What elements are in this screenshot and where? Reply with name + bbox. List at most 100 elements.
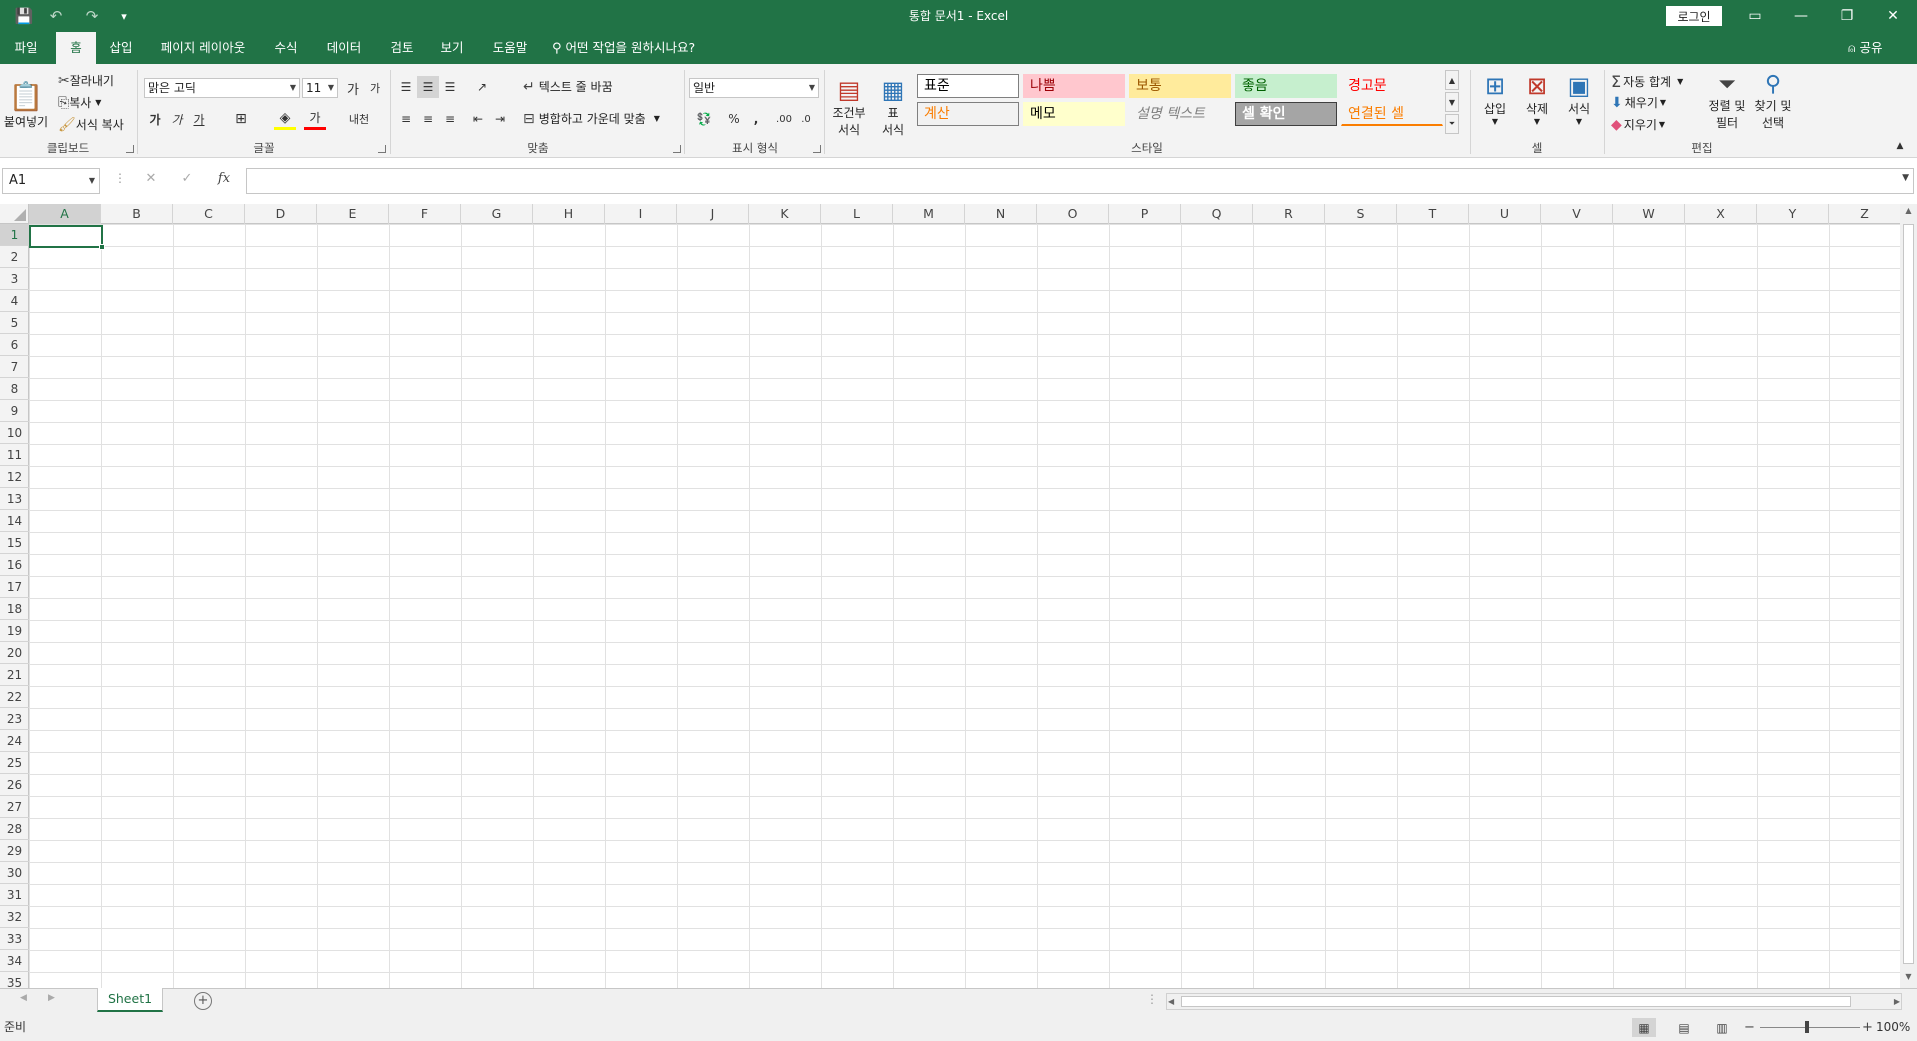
increase-indent-icon[interactable]: ⇥ xyxy=(489,108,511,130)
row-header-21[interactable]: 21 xyxy=(0,664,29,686)
cell-style-3[interactable]: 좋음 xyxy=(1235,74,1337,98)
gallery-up-icon[interactable]: ▲ xyxy=(1445,70,1459,90)
align-bottom-icon[interactable]: ☰ xyxy=(439,76,461,98)
align-left-icon[interactable]: ≡ xyxy=(395,108,417,130)
column-header-y[interactable]: Y xyxy=(1757,204,1829,224)
save-icon[interactable]: 💾 xyxy=(10,0,38,32)
row-header-7[interactable]: 7 xyxy=(0,356,29,378)
cell-style-7[interactable]: 설명 텍스트 xyxy=(1129,102,1231,126)
cell-style-2[interactable]: 보통 xyxy=(1129,74,1231,98)
fill-button[interactable]: ⬇ 채우기 ▼ xyxy=(1611,94,1666,111)
accounting-format-icon[interactable]: 💱 xyxy=(689,108,719,130)
column-header-s[interactable]: S xyxy=(1325,204,1397,224)
row-header-11[interactable]: 11 xyxy=(0,444,29,466)
close-icon[interactable]: ✕ xyxy=(1870,0,1916,32)
tell-me-search[interactable]: ⚲ 어떤 작업을 원하시나요? xyxy=(552,32,695,64)
autosum-button[interactable]: Σ 자동 합계 ▼ xyxy=(1611,72,1683,91)
format-as-table-button[interactable]: ▦ 표 서식 xyxy=(873,72,913,138)
column-header-u[interactable]: U xyxy=(1469,204,1541,224)
column-header-m[interactable]: M xyxy=(893,204,965,224)
tab-file[interactable]: 파일 xyxy=(4,32,48,64)
row-header-30[interactable]: 30 xyxy=(0,862,29,884)
customize-quick-access-icon[interactable]: ▾ xyxy=(114,0,134,32)
row-header-29[interactable]: 29 xyxy=(0,840,29,862)
align-top-icon[interactable]: ☰ xyxy=(395,76,417,98)
page-break-view-icon[interactable]: ▥ xyxy=(1710,1018,1734,1037)
conditional-format-button[interactable]: ▤ 조건부 서식 xyxy=(829,72,869,138)
cancel-icon[interactable]: ✕ xyxy=(140,171,162,191)
vertical-scrollbar[interactable]: ▲ ▼ xyxy=(1900,204,1917,988)
vertical-scroll-thumb[interactable] xyxy=(1903,224,1914,964)
formula-bar-resize-icon[interactable]: ⋮ xyxy=(114,171,126,185)
column-header-j[interactable]: J xyxy=(677,204,749,224)
underline-icon[interactable]: 가 xyxy=(188,108,210,130)
decrease-decimal-icon[interactable]: .0 xyxy=(795,108,817,130)
paste-button[interactable]: 📋 붙여넣기 xyxy=(4,70,48,130)
align-right-icon[interactable]: ≡ xyxy=(439,108,461,130)
column-header-r[interactable]: R xyxy=(1253,204,1325,224)
row-header-20[interactable]: 20 xyxy=(0,642,29,664)
comma-style-icon[interactable]: , xyxy=(745,108,767,130)
column-header-e[interactable]: E xyxy=(317,204,389,224)
cell-style-6[interactable]: 메모 xyxy=(1023,102,1125,126)
zoom-out-icon[interactable]: − xyxy=(1744,1014,1755,1041)
active-cell-a1[interactable] xyxy=(29,225,105,250)
column-header-c[interactable]: C xyxy=(173,204,245,224)
scroll-right-icon[interactable]: ▶ xyxy=(1894,994,1900,1009)
delete-cells-button[interactable]: ⊠ 삭제 ▼ xyxy=(1519,72,1555,142)
next-sheet-icon[interactable]: ▶ xyxy=(48,993,55,1003)
format-cells-button[interactable]: ▣ 서식 ▼ xyxy=(1561,72,1597,142)
row-header-2[interactable]: 2 xyxy=(0,246,29,268)
gallery-more-icon[interactable]: ⏷ xyxy=(1445,114,1459,134)
row-header-16[interactable]: 16 xyxy=(0,554,29,576)
find-select-button[interactable]: ⚲ 찾기 및 선택 xyxy=(1751,72,1795,142)
row-header-23[interactable]: 23 xyxy=(0,708,29,730)
row-header-5[interactable]: 5 xyxy=(0,312,29,334)
zoom-level[interactable]: 100% xyxy=(1876,1014,1910,1041)
row-header-24[interactable]: 24 xyxy=(0,730,29,752)
italic-icon[interactable]: 가 xyxy=(166,108,188,130)
cell-style-1[interactable]: 나쁨 xyxy=(1023,74,1125,98)
orientation-icon[interactable]: ↗ xyxy=(471,76,493,98)
column-header-a[interactable]: A xyxy=(29,204,101,224)
share-button[interactable]: ⍝ 공유 xyxy=(1848,32,1883,64)
expand-formula-bar-icon[interactable]: ▼ xyxy=(1902,173,1909,183)
font-color-icon[interactable]: 가 xyxy=(304,108,326,130)
new-sheet-icon[interactable]: + xyxy=(194,992,212,1010)
cell-style-5[interactable]: 계산 xyxy=(917,102,1019,126)
ribbon-display-options-icon[interactable]: ▭ xyxy=(1732,0,1778,32)
tab-data[interactable]: 데이터 xyxy=(316,32,372,64)
row-header-6[interactable]: 6 xyxy=(0,334,29,356)
column-header-g[interactable]: G xyxy=(461,204,533,224)
row-header-28[interactable]: 28 xyxy=(0,818,29,840)
row-header-25[interactable]: 25 xyxy=(0,752,29,774)
bold-icon[interactable]: 가 xyxy=(144,108,166,130)
select-all-button[interactable] xyxy=(0,204,29,224)
cell-style-8[interactable]: 셀 확인 xyxy=(1235,102,1337,126)
column-header-p[interactable]: P xyxy=(1109,204,1181,224)
row-header-33[interactable]: 33 xyxy=(0,928,29,950)
font-size-select[interactable]: 11 ▼ xyxy=(302,78,338,98)
horizontal-scroll-thumb[interactable] xyxy=(1181,996,1851,1007)
decrease-indent-icon[interactable]: ⇤ xyxy=(467,108,489,130)
copy-button[interactable]: ⎘ 복사 ▼ xyxy=(58,94,101,111)
tab-review[interactable]: 검토 xyxy=(380,32,424,64)
align-center-icon[interactable]: ≡ xyxy=(417,108,439,130)
formula-input[interactable]: ▼ xyxy=(246,168,1914,194)
decrease-font-size-icon[interactable]: 가 xyxy=(364,77,386,99)
row-header-8[interactable]: 8 xyxy=(0,378,29,400)
row-header-31[interactable]: 31 xyxy=(0,884,29,906)
column-header-i[interactable]: I xyxy=(605,204,677,224)
borders-icon[interactable]: ⊞ xyxy=(230,108,252,130)
column-header-x[interactable]: X xyxy=(1685,204,1757,224)
tab-page-layout[interactable]: 페이지 레이아웃 xyxy=(150,32,256,64)
cell-style-9[interactable]: 연결된 셀 xyxy=(1341,102,1443,126)
cell-style-0[interactable]: 표준 xyxy=(917,74,1019,98)
column-header-k[interactable]: K xyxy=(749,204,821,224)
restore-icon[interactable]: ❐ xyxy=(1824,0,1870,32)
scroll-left-icon[interactable]: ◀ xyxy=(1168,994,1174,1009)
zoom-slider-knob[interactable] xyxy=(1805,1021,1809,1033)
name-box[interactable]: A1 ▼ xyxy=(2,168,100,194)
row-header-22[interactable]: 22 xyxy=(0,686,29,708)
align-middle-icon[interactable]: ☰ xyxy=(417,76,439,98)
